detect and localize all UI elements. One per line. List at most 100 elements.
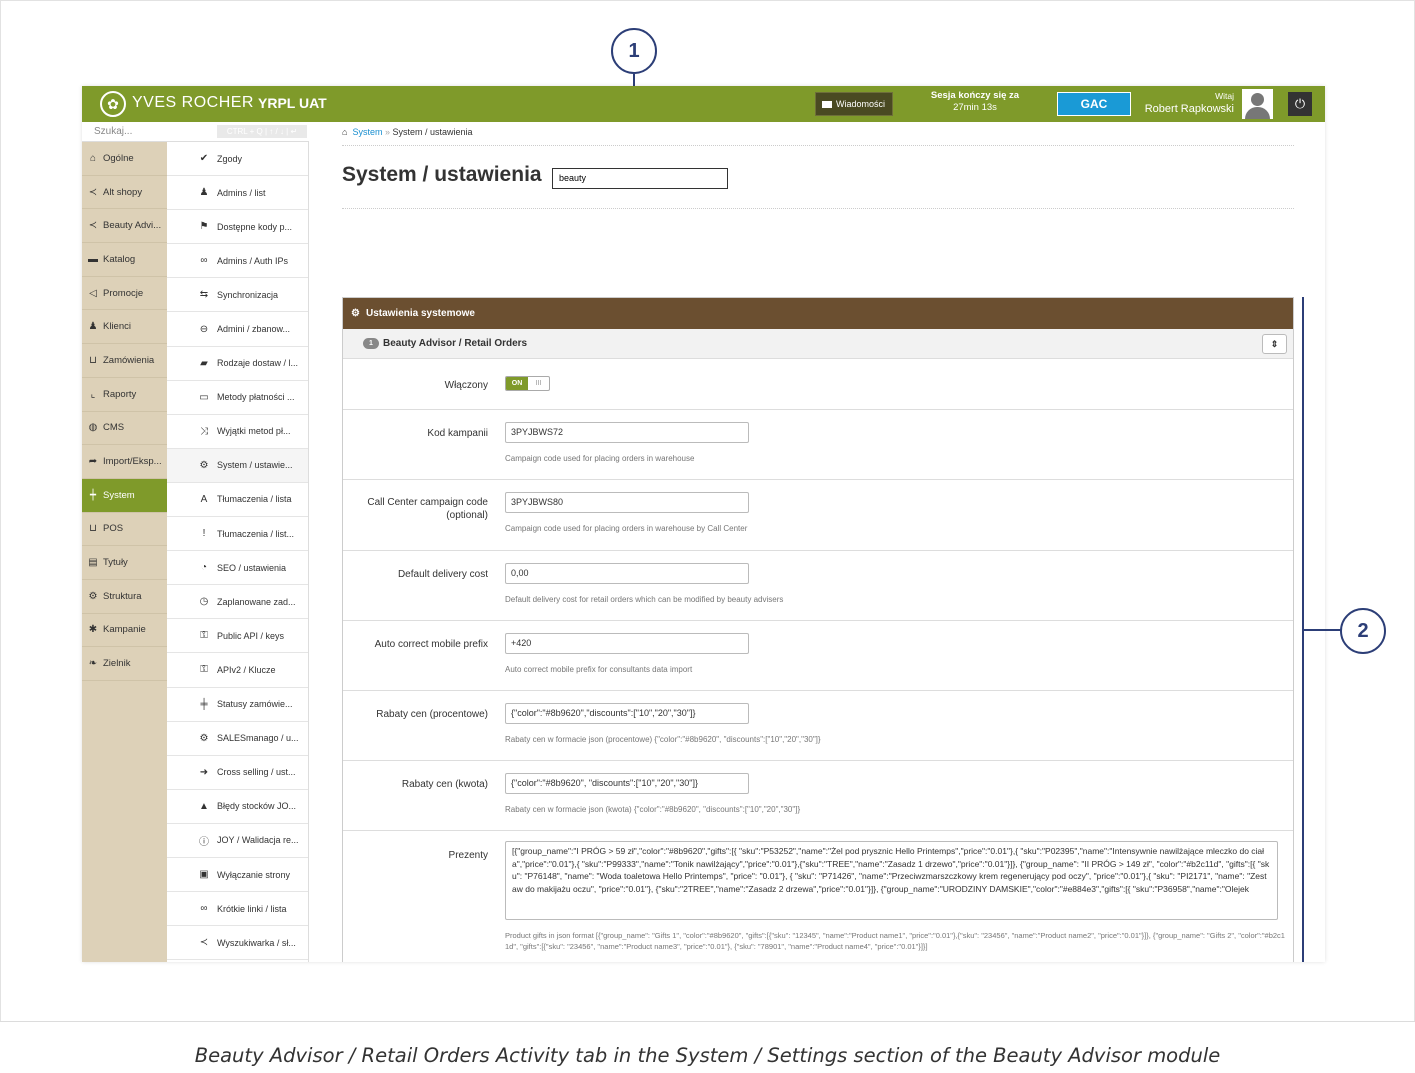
main-nav-item[interactable]: ≺ Alt shopy: [82, 176, 167, 210]
link-icon: ∞: [200, 255, 208, 267]
breadcrumb: ⌂ System » System / ustawienia: [342, 127, 473, 137]
discount-amount-input[interactable]: {"color":"#8b9620", "discounts":["10","2…: [505, 773, 749, 794]
sub-nav-item[interactable]: ▭ Metody płatności ...: [167, 381, 308, 415]
main-nav-label: Import/Eksp...: [103, 456, 162, 468]
warning-icon: ▲: [199, 800, 209, 812]
gac-button[interactable]: GAC: [1057, 92, 1131, 116]
sub-nav-item[interactable]: ➜ Cross selling / ust...: [167, 756, 308, 790]
panel-header: ⚙ Ustawienia systemowe: [343, 298, 1293, 329]
discount-percent-label: Rabaty cen (procentowe): [376, 709, 488, 720]
home-icon[interactable]: ⌂: [342, 127, 347, 137]
sub-nav-item[interactable]: ╪ Statusy zamówie...: [167, 688, 308, 722]
main-nav-item[interactable]: ➦ Import/Eksp...: [82, 445, 167, 479]
main-nav-item[interactable]: ⌞ Raporty: [82, 378, 167, 412]
check-icon: ✔: [199, 153, 209, 165]
main-nav-item[interactable]: ▬ Katalog: [82, 243, 167, 277]
page-title: System / ustawienia: [342, 163, 542, 186]
discount-percent-row: Rabaty cen (procentowe) {"color":"#8b962…: [343, 691, 1293, 761]
mobile-prefix-input[interactable]: +420: [505, 633, 749, 654]
campaign-code-input[interactable]: 3PYJBWS72: [505, 422, 749, 443]
main-nav-label: Tytuły: [103, 557, 128, 569]
sub-nav-item[interactable]: ▲ Błędy stocków JO...: [167, 790, 308, 824]
sub-nav-item[interactable]: ▣ Wyłączanie strony: [167, 858, 308, 893]
callcenter-code-input[interactable]: 3PYJBWS80: [505, 492, 749, 513]
sub-nav-label: SEO / ustawienia: [217, 562, 287, 573]
main-nav-item[interactable]: ⚙ Struktura: [82, 580, 167, 614]
breadcrumb-system-link[interactable]: System: [352, 127, 382, 137]
main-sidebar: ⌂ Ogólne ≺ Alt shopy ≺ Beauty Advi... ▬ Katalog…: [82, 122, 167, 962]
main-nav-item[interactable]: ♟ Klienci: [82, 310, 167, 345]
sub-nav-item[interactable]: ⤨ Wyjątki metod pł...: [167, 415, 308, 449]
sub-nav-item[interactable]: ▰ Rodzaje dostaw / l...: [167, 347, 308, 381]
avatar[interactable]: [1242, 89, 1273, 119]
sub-nav-item[interactable]: ⚿ Public API / keys: [167, 619, 308, 654]
sub-nav-item[interactable]: ⚙ System / ustawie...: [167, 448, 308, 483]
clock-icon: ◷: [199, 596, 209, 608]
main-nav: ⌂ Ogólne ≺ Alt shopy ≺ Beauty Advi... ▬ Katalog…: [82, 142, 167, 681]
tab-beauty-advisor-retail-orders[interactable]: 1 Beauty Advisor / Retail Orders ⇕: [343, 329, 1293, 359]
key-icon: ⚿: [200, 630, 208, 642]
sub-nav-label: Synchronizacja: [217, 289, 279, 300]
info-icon: ⓘ: [199, 836, 209, 848]
sub-nav-item[interactable]: ∞ Admins / Auth IPs: [167, 244, 308, 279]
lock-icon: ▣: [199, 869, 209, 881]
main-nav-item[interactable]: ✱ Kampanie: [82, 614, 167, 648]
sub-nav-item[interactable]: ≺ Wyszukiwarka / sł...: [167, 926, 308, 961]
sub-nav-item[interactable]: ⚿ APIv2 / Klucze: [167, 653, 308, 688]
share-icon: ≺: [88, 220, 98, 232]
sub-nav-item[interactable]: ✔ Zgody: [167, 142, 308, 177]
enabled-toggle[interactable]: ON III: [505, 376, 550, 391]
main-content: ⌂ System » System / ustawienia System / …: [309, 122, 1325, 962]
sort-toggle-button[interactable]: ⇕: [1262, 334, 1287, 354]
top-bar: ✿ YVES ROCHER YRPL UAT Wiadomości Sesja …: [82, 86, 1325, 122]
main-nav-item[interactable]: ◍ CMS: [82, 412, 167, 446]
main-nav-label: System: [103, 489, 135, 501]
sub-nav-item[interactable]: ◔ SEO / ustawienia: [167, 551, 308, 586]
sub-nav-label: Krótkie linki / lista: [217, 903, 287, 914]
sub-nav-item[interactable]: ⚑ Dostępne kody p...: [167, 210, 308, 245]
sub-nav-label: Wyłączanie strony: [217, 869, 290, 880]
sub-nav-item[interactable]: ⚙ SALESmanago / u...: [167, 722, 308, 756]
sync-icon: ⇆: [199, 289, 209, 301]
user-name[interactable]: Robert Rapkowski: [1145, 103, 1234, 115]
session-timer: Sesja kończy się za 27min 13s: [920, 90, 1030, 114]
discount-percent-hint: Rabaty cen w formacie json (procentowe) …: [505, 735, 821, 744]
welcome-label: Witaj: [1215, 91, 1234, 101]
discount-amount-row: Rabaty cen (kwota) {"color":"#8b9620", "…: [343, 761, 1293, 831]
enabled-label: Włączony: [444, 380, 488, 391]
home-icon: ⌂: [89, 152, 97, 164]
sub-nav-item[interactable]: ◷ Zaplanowane zad...: [167, 585, 308, 620]
main-nav-item[interactable]: ◁ Promocje: [82, 277, 167, 311]
chart-icon: ⌞: [90, 388, 96, 400]
main-nav-item[interactable]: ⊔ POS: [82, 513, 167, 547]
main-nav-item[interactable]: ❧ Zielnik: [82, 647, 167, 681]
sub-nav-label: JOY / Walidacja re...: [217, 835, 299, 846]
sub-nav-item[interactable]: ∞ Krótkie linki / lista: [167, 892, 308, 927]
gifts-textarea[interactable]: [{"group_name":"I PRÓG > 59 zł","color":…: [505, 841, 1278, 920]
messages-button[interactable]: Wiadomości: [815, 92, 893, 116]
discount-percent-input[interactable]: {"color":"#8b9620","discounts":["10","20…: [505, 703, 749, 724]
sub-nav-item[interactable]: A Tłumaczenia / lista: [167, 483, 308, 518]
main-nav-item[interactable]: ≺ Beauty Advi...: [82, 209, 167, 244]
discount-amount-label: Rabaty cen (kwota): [401, 779, 488, 790]
main-nav-item[interactable]: ┿ System: [82, 478, 167, 513]
settings-filter-input[interactable]: beauty: [552, 168, 728, 189]
search-input[interactable]: Szukaj... CTRL + Q | ↑ / ↓ | ↵: [82, 122, 309, 142]
environment-label: YRPL UAT: [258, 95, 327, 111]
breadcrumb-current: System / ustawienia: [392, 127, 473, 137]
sub-nav-item[interactable]: ⊖ Admini / zbanow...: [167, 312, 308, 347]
sub-nav-label: SALESmanago / u...: [217, 733, 299, 744]
sub-nav-item[interactable]: ⇆ Synchronizacja: [167, 278, 308, 313]
sub-sidebar: ✔ Zgody ♟ Admins / list ⚑ Dostępne kody p... ∞…: [167, 142, 309, 962]
cart-icon: ⊔: [89, 354, 97, 366]
main-nav-item[interactable]: ⌂ Ogólne: [82, 142, 167, 176]
link-icon: ∞: [200, 903, 208, 915]
logout-button[interactable]: ⏻: [1288, 92, 1312, 116]
main-nav-item[interactable]: ▤ Tytuły: [82, 546, 167, 580]
sub-nav-item[interactable]: ! Tłumaczenia / list...: [167, 517, 308, 552]
sub-nav-item[interactable]: ⓘ JOY / Walidacja re...: [167, 824, 308, 858]
main-nav-item[interactable]: ⊔ Zamówienia: [82, 344, 167, 378]
delivery-cost-input[interactable]: 0,00: [505, 563, 749, 584]
sub-nav-label: Admini / zbanow...: [217, 324, 291, 335]
sub-nav-item[interactable]: ♟ Admins / list: [167, 176, 308, 211]
